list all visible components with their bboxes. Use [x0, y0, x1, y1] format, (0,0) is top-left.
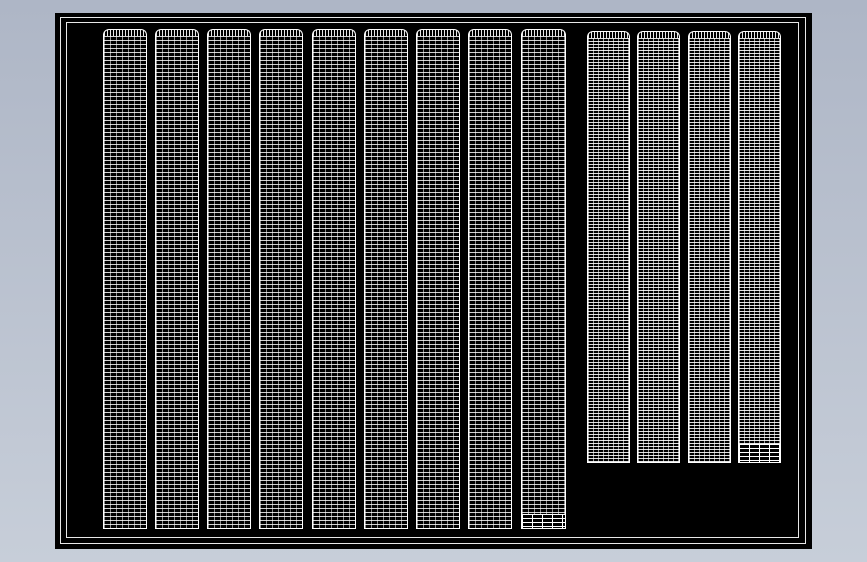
table-column [312, 29, 356, 529]
table-header [637, 31, 680, 38]
table-header [688, 31, 731, 38]
cad-viewport[interactable] [0, 0, 867, 562]
table-column [738, 31, 781, 463]
table-column [468, 29, 512, 529]
table-header [416, 29, 460, 36]
table-column [207, 29, 251, 529]
table-column [364, 29, 408, 529]
table-header [738, 31, 781, 38]
table-header [312, 29, 356, 36]
table-header [155, 29, 199, 36]
table-column [416, 29, 460, 529]
table-header [207, 29, 251, 36]
table-column [637, 31, 680, 463]
table-header [521, 29, 566, 36]
table-header [587, 31, 630, 38]
table-column [521, 29, 566, 529]
table-column [155, 29, 199, 529]
table-header [259, 29, 303, 36]
table-column [587, 31, 630, 463]
table-header [103, 29, 147, 36]
table-column [103, 29, 147, 529]
table-footer [522, 514, 565, 528]
table-column [688, 31, 731, 463]
table-header [364, 29, 408, 36]
table-header [468, 29, 512, 36]
table-column [259, 29, 303, 529]
table-footer [739, 444, 780, 462]
